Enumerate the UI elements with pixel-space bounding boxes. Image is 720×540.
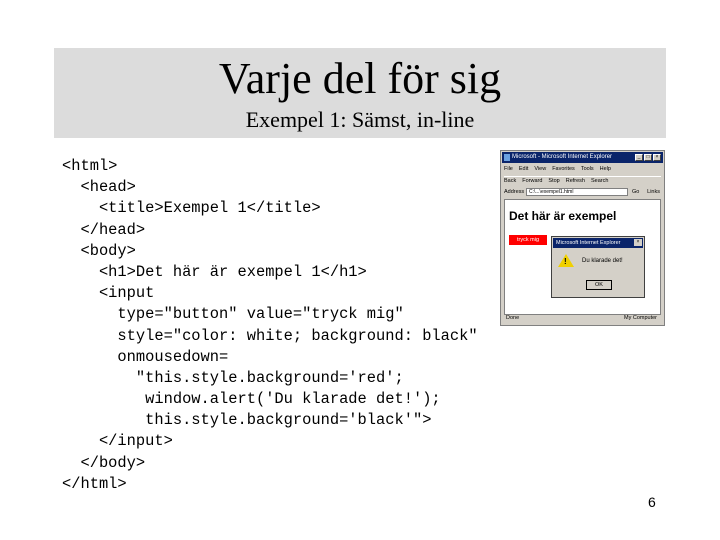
code-line: <input [62, 284, 155, 303]
forward-button[interactable]: Forward [522, 178, 542, 184]
browser-titlebar: Microsoft - Microsoft Internet Explorer … [502, 152, 663, 163]
tryck-mig-button[interactable]: tryck mig [509, 235, 547, 245]
code-line: </head> [62, 220, 146, 239]
ok-button[interactable]: OK [586, 280, 612, 290]
code-line: window.alert('Du klarade det!'); [62, 390, 441, 409]
menu-file[interactable]: File [504, 166, 513, 172]
code-line: <title>Exempel 1</title> [62, 199, 321, 218]
close-icon[interactable]: × [653, 154, 661, 161]
page-heading: Det här är exempel [509, 209, 617, 223]
slide-title: Varje del för sig [218, 54, 502, 103]
code-line: </input> [62, 432, 173, 451]
ie-icon [504, 154, 510, 161]
menu-view[interactable]: View [534, 166, 546, 172]
menu-help[interactable]: Help [600, 166, 611, 172]
code-line: style="color: white; background: black" [62, 326, 478, 345]
code-line: onmousedown= [62, 347, 229, 366]
search-button[interactable]: Search [591, 178, 608, 184]
refresh-button[interactable]: Refresh [566, 178, 585, 184]
code-line: <html> [62, 157, 118, 175]
status-text: Done [506, 315, 520, 321]
maximize-icon[interactable]: □ [644, 154, 652, 161]
alert-close-icon[interactable]: × [634, 239, 642, 246]
code-line: <head> [62, 178, 136, 197]
code-line: <body> [62, 241, 136, 260]
page-number: 6 [648, 494, 656, 510]
address-label: Address [504, 189, 525, 195]
code-line: this.style.background='black'"> [62, 411, 432, 430]
alert-titlebar: Microsoft Internet Explorer × [553, 238, 643, 248]
minimize-icon[interactable]: _ [635, 154, 643, 161]
stop-button[interactable]: Stop [548, 178, 559, 184]
menu-tools[interactable]: Tools [581, 166, 594, 172]
back-button[interactable]: Back [504, 178, 516, 184]
code-line: <h1>Det här är exempel 1</h1> [62, 262, 367, 281]
alert-message: Du klarade det! [582, 258, 623, 264]
browser-title: Microsoft - Microsoft Internet Explorer [512, 154, 613, 160]
menu-edit[interactable]: Edit [519, 166, 528, 172]
links-label[interactable]: Links [647, 187, 660, 197]
code-block: <html> <head> <title>Exempel 1</title> <… [62, 156, 478, 495]
browser-toolbar: Back Forward Stop Refresh Search [504, 176, 661, 186]
go-button[interactable]: Go [632, 187, 639, 197]
code-line: </html> [62, 474, 127, 493]
alert-dialog: Microsoft Internet Explorer × ! Du klara… [551, 236, 645, 298]
zone-text: My Computer [623, 315, 657, 321]
slide-header: Varje del för sig Exempel 1: Sämst, in-l… [54, 48, 666, 138]
slide-subtitle: Exempel 1: Sämst, in-line [245, 107, 475, 132]
address-input[interactable]: C:\...\exempel1.html [526, 188, 628, 196]
address-bar: Address C:\...\exempel1.html Go Links [504, 187, 661, 197]
warning-icon-mark: ! [564, 257, 567, 266]
status-bar: Done My Computer [504, 314, 661, 323]
code-line: type="button" value="tryck mig" [62, 305, 404, 324]
alert-title: Microsoft Internet Explorer [556, 240, 621, 246]
menu-favorites[interactable]: Favorites [552, 166, 575, 172]
code-line: </body> [62, 453, 146, 472]
browser-menubar: File Edit View Favorites Tools Help [504, 165, 661, 174]
code-line: "this.style.background='red'; [62, 368, 404, 387]
